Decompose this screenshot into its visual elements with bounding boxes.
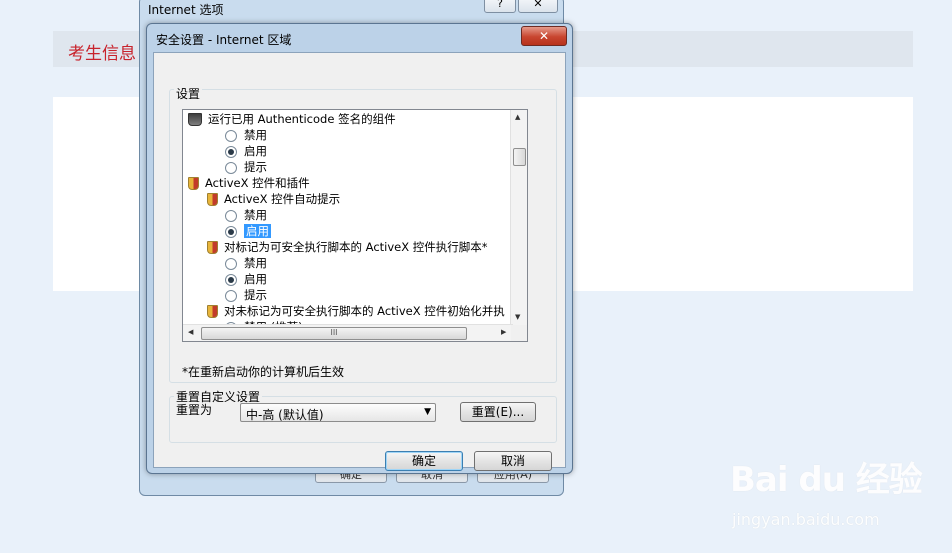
setting-option[interactable]: 启用 bbox=[225, 143, 267, 159]
chevron-down-icon: ▼ bbox=[424, 407, 431, 417]
security-settings-dialog: 安全设置 - Internet 区域 ✕ 设置 运行已用 Authenticod… bbox=[146, 23, 573, 474]
setting-option[interactable]: 禁用 bbox=[225, 255, 267, 271]
cancel-button[interactable]: 取消 bbox=[474, 451, 552, 471]
window-title: Internet 选项 bbox=[148, 3, 224, 17]
settings-tree[interactable]: 运行已用 Authenticode 签名的组件 禁用 启用 提示 ActiveX 控件和… bbox=[182, 109, 528, 342]
setting-option[interactable]: 启用 bbox=[225, 271, 267, 287]
setting-subcategory: 对标记为可安全执行脚本的 ActiveX 控件执行脚本* bbox=[207, 239, 488, 255]
scroll-down-icon[interactable]: ▼ bbox=[515, 313, 520, 321]
setting-subcategory: 对未标记为可安全执行脚本的 ActiveX 控件初始化并执 bbox=[207, 303, 505, 319]
dialog-close-button[interactable]: ✕ bbox=[521, 26, 567, 46]
tree-item-label: 禁用 bbox=[244, 208, 267, 222]
close-button[interactable]: ✕ bbox=[518, 0, 558, 13]
settings-group-label: 设置 bbox=[174, 85, 203, 102]
tree-item-label: 禁用 bbox=[244, 128, 267, 142]
radio-checked-icon[interactable] bbox=[225, 225, 237, 238]
tree-item-label: 对标记为可安全执行脚本的 ActiveX 控件执行脚本* bbox=[224, 240, 488, 254]
baidu-watermark-logo: Bai du 经验 bbox=[730, 460, 923, 500]
scroll-right-icon[interactable]: ▶ bbox=[501, 328, 506, 336]
radio-unchecked-icon[interactable] bbox=[225, 289, 237, 302]
radio-unchecked-icon[interactable] bbox=[225, 209, 237, 222]
activex-icon bbox=[188, 177, 199, 190]
ok-button[interactable]: 确定 bbox=[385, 451, 463, 471]
setting-option[interactable]: 禁用 bbox=[225, 127, 267, 143]
tree-item-label: 启用 bbox=[244, 224, 271, 238]
radio-unchecked-icon[interactable] bbox=[225, 129, 237, 142]
vertical-scrollbar[interactable]: ▲ ▼ bbox=[510, 110, 527, 325]
tree-item-label: ActiveX 控件自动提示 bbox=[224, 192, 341, 206]
certificate-icon bbox=[188, 113, 202, 126]
scroll-left-icon[interactable]: ◀ bbox=[188, 328, 193, 336]
scroll-up-icon[interactable]: ▲ bbox=[515, 113, 520, 121]
reset-level-value: 中-高 (默认值) bbox=[246, 408, 324, 422]
watermark-url: jingyan.baidu.com bbox=[732, 510, 880, 529]
radio-unchecked-icon[interactable] bbox=[225, 161, 237, 174]
restart-note: *在重新启动你的计算机后生效 bbox=[182, 365, 345, 379]
horizontal-scroll-thumb[interactable]: III bbox=[201, 327, 467, 340]
tree-item-label: ActiveX 控件和插件 bbox=[205, 176, 310, 190]
scrollbar-corner bbox=[511, 325, 527, 341]
tree-item-label: 运行已用 Authenticode 签名的组件 bbox=[208, 112, 396, 126]
tree-item-label: 提示 bbox=[244, 288, 267, 302]
tree-item-label: 禁用 bbox=[244, 256, 267, 270]
setting-category: 运行已用 Authenticode 签名的组件 bbox=[188, 111, 396, 127]
help-button[interactable]: ? bbox=[484, 0, 516, 13]
setting-option[interactable]: 禁用 bbox=[225, 207, 267, 223]
dialog-body: 设置 运行已用 Authenticode 签名的组件 禁用 启用 提示 ActiveX … bbox=[153, 52, 566, 471]
radio-checked-icon[interactable] bbox=[225, 273, 237, 286]
reset-level-select[interactable]: 中-高 (默认值) ▼ bbox=[240, 403, 436, 422]
horizontal-scrollbar[interactable]: ◀ III ▶ bbox=[183, 324, 513, 341]
page-heading: 考生信息 bbox=[68, 44, 136, 64]
activex-icon bbox=[207, 241, 218, 254]
tree-item-label: 启用 bbox=[244, 272, 267, 286]
setting-category: ActiveX 控件和插件 bbox=[188, 175, 310, 191]
setting-option[interactable]: 提示 bbox=[225, 287, 267, 303]
tree-item-label: 提示 bbox=[244, 160, 267, 174]
radio-checked-icon[interactable] bbox=[225, 145, 237, 158]
vertical-scroll-thumb[interactable] bbox=[513, 148, 526, 166]
setting-subcategory: ActiveX 控件自动提示 bbox=[207, 191, 340, 207]
setting-option[interactable]: 提示 bbox=[225, 159, 267, 175]
setting-option[interactable]: 启用 bbox=[225, 223, 271, 239]
radio-unchecked-icon[interactable] bbox=[225, 257, 237, 270]
reset-button[interactable]: 重置(E)... bbox=[460, 402, 536, 422]
reset-to-label: 重置为 bbox=[176, 403, 213, 417]
activex-icon bbox=[207, 305, 218, 318]
activex-icon bbox=[207, 193, 218, 206]
dialog-title: 安全设置 - Internet 区域 bbox=[156, 33, 292, 47]
tree-item-label: 启用 bbox=[244, 144, 267, 158]
tree-item-label: 对未标记为可安全执行脚本的 ActiveX 控件初始化并执 bbox=[224, 304, 505, 318]
